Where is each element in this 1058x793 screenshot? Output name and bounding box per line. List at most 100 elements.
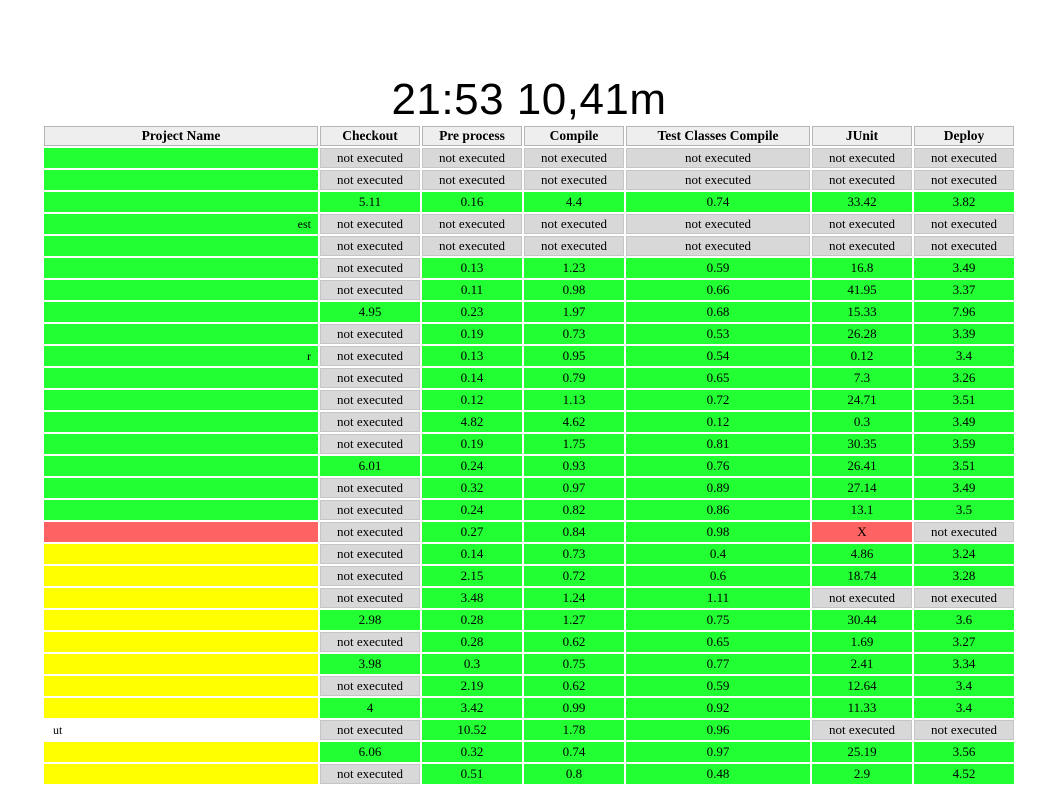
test-classes-compile-time-cell: 0.96 xyxy=(626,720,810,740)
test-classes-compile-time-cell: not executed xyxy=(626,214,810,234)
junit-time-cell: 41.95 xyxy=(812,280,912,300)
deploy-time-cell: 3.27 xyxy=(914,632,1014,652)
compile-time-cell: 0.84 xyxy=(524,522,624,542)
junit-time-cell: 12.64 xyxy=(812,676,912,696)
compile-time-cell: 1.97 xyxy=(524,302,624,322)
pre-process-time-cell: 10.52 xyxy=(422,720,522,740)
checkout-time-cell: not executed xyxy=(320,588,420,608)
project-name-cell xyxy=(44,654,318,674)
table-header-row: Project Name Checkout Pre process Compil… xyxy=(44,126,1014,146)
table-body: not executed not executed not executed not … xyxy=(44,148,1014,784)
header-test-classes-compile: Test Classes Compile xyxy=(626,126,810,146)
junit-time-cell: 7.3 xyxy=(812,368,912,388)
project-name-cell xyxy=(44,764,318,784)
pre-process-time-cell: 0.19 xyxy=(422,434,522,454)
junit-time-cell: not executed xyxy=(812,170,912,190)
junit-time-cell: 2.9 xyxy=(812,764,912,784)
deploy-time-cell: not executed xyxy=(914,522,1014,542)
junit-time-cell: 11.33 xyxy=(812,698,912,718)
checkout-time-cell: 3.98 xyxy=(320,654,420,674)
test-classes-compile-time-cell: 0.72 xyxy=(626,390,810,410)
junit-time-cell: 16.8 xyxy=(812,258,912,278)
table-row: est not executed not executed not executed n… xyxy=(44,214,1014,234)
header-deploy: Deploy xyxy=(914,126,1014,146)
deploy-time-cell: not executed xyxy=(914,236,1014,256)
table-row: r not executed 0.13 0.95 0.54 0.12 3.4 xyxy=(44,346,1014,366)
deploy-time-cell: 3.37 xyxy=(914,280,1014,300)
test-classes-compile-time-cell: 0.89 xyxy=(626,478,810,498)
table-row: not executed not executed not executed not … xyxy=(44,170,1014,190)
checkout-time-cell: 4.95 xyxy=(320,302,420,322)
junit-time-cell: 30.35 xyxy=(812,434,912,454)
test-classes-compile-time-cell: 0.53 xyxy=(626,324,810,344)
table-row: not executed not executed not executed not … xyxy=(44,236,1014,256)
table-row: not executed 2.19 0.62 0.59 12.64 3.4 xyxy=(44,676,1014,696)
compile-time-cell: 0.79 xyxy=(524,368,624,388)
junit-time-cell: 26.41 xyxy=(812,456,912,476)
checkout-time-cell: not executed xyxy=(320,148,420,168)
test-classes-compile-time-cell: 0.77 xyxy=(626,654,810,674)
project-name-cell xyxy=(44,368,318,388)
table-row: 3.98 0.3 0.75 0.77 2.41 3.34 xyxy=(44,654,1014,674)
test-classes-compile-time-cell: 0.65 xyxy=(626,632,810,652)
table-row: not executed 0.14 0.73 0.4 4.86 3.24 xyxy=(44,544,1014,564)
junit-time-cell: not executed xyxy=(812,214,912,234)
test-classes-compile-time-cell: 0.59 xyxy=(626,676,810,696)
header-pre-process: Pre process xyxy=(422,126,522,146)
deploy-time-cell: 3.24 xyxy=(914,544,1014,564)
table-row: not executed 0.13 1.23 0.59 16.8 3.49 xyxy=(44,258,1014,278)
pre-process-time-cell: 0.24 xyxy=(422,456,522,476)
test-classes-compile-time-cell: 0.4 xyxy=(626,544,810,564)
test-classes-compile-time-cell: not executed xyxy=(626,170,810,190)
deploy-time-cell: not executed xyxy=(914,588,1014,608)
checkout-time-cell: not executed xyxy=(320,280,420,300)
compile-time-cell: 0.97 xyxy=(524,478,624,498)
pre-process-time-cell: 0.12 xyxy=(422,390,522,410)
checkout-time-cell: 6.06 xyxy=(320,742,420,762)
table-row: not executed 0.14 0.79 0.65 7.3 3.26 xyxy=(44,368,1014,388)
junit-time-cell: 26.28 xyxy=(812,324,912,344)
project-name-cell: r xyxy=(44,346,318,366)
project-name-cell xyxy=(44,148,318,168)
table-row: 6.01 0.24 0.93 0.76 26.41 3.51 xyxy=(44,456,1014,476)
compile-time-cell: 4.4 xyxy=(524,192,624,212)
compile-time-cell: not executed xyxy=(524,214,624,234)
pre-process-time-cell: 0.23 xyxy=(422,302,522,322)
test-classes-compile-time-cell: not executed xyxy=(626,236,810,256)
junit-time-cell: 27.14 xyxy=(812,478,912,498)
deploy-time-cell: 4.52 xyxy=(914,764,1014,784)
junit-time-cell: 24.71 xyxy=(812,390,912,410)
pre-process-time-cell: 0.19 xyxy=(422,324,522,344)
pre-process-time-cell: 0.24 xyxy=(422,500,522,520)
checkout-time-cell: not executed xyxy=(320,522,420,542)
test-classes-compile-time-cell: 0.68 xyxy=(626,302,810,322)
header-checkout: Checkout xyxy=(320,126,420,146)
checkout-time-cell: not executed xyxy=(320,324,420,344)
table-row: 4 3.42 0.99 0.92 11.33 3.4 xyxy=(44,698,1014,718)
checkout-time-cell: not executed xyxy=(320,478,420,498)
pre-process-time-cell: 2.15 xyxy=(422,566,522,586)
project-name-cell xyxy=(44,500,318,520)
compile-time-cell: 0.82 xyxy=(524,500,624,520)
deploy-time-cell: 3.4 xyxy=(914,346,1014,366)
compile-time-cell: 0.8 xyxy=(524,764,624,784)
project-name-cell: ut xyxy=(53,722,63,737)
build-timing-table: Project Name Checkout Pre process Compil… xyxy=(42,124,1016,786)
test-classes-compile-time-cell: 0.98 xyxy=(626,522,810,542)
pre-process-time-cell: 4.82 xyxy=(422,412,522,432)
compile-time-cell: 0.62 xyxy=(524,676,624,696)
pre-process-time-cell: 0.14 xyxy=(422,544,522,564)
junit-time-cell: not executed xyxy=(812,720,912,740)
checkout-time-cell: not executed xyxy=(320,500,420,520)
table-row: not executed 3.48 1.24 1.11 not executed not … xyxy=(44,588,1014,608)
checkout-time-cell: not executed xyxy=(320,390,420,410)
pre-process-time-cell: 3.42 xyxy=(422,698,522,718)
compile-time-cell: 1.13 xyxy=(524,390,624,410)
test-classes-compile-time-cell: 0.75 xyxy=(626,610,810,630)
junit-time-cell: 4.86 xyxy=(812,544,912,564)
deploy-time-cell: 3.4 xyxy=(914,676,1014,696)
slide-title: 21:53 10,41m xyxy=(391,75,667,124)
compile-time-cell: 1.24 xyxy=(524,588,624,608)
checkout-time-cell: 2.98 xyxy=(320,610,420,630)
junit-time-cell: 18.74 xyxy=(812,566,912,586)
